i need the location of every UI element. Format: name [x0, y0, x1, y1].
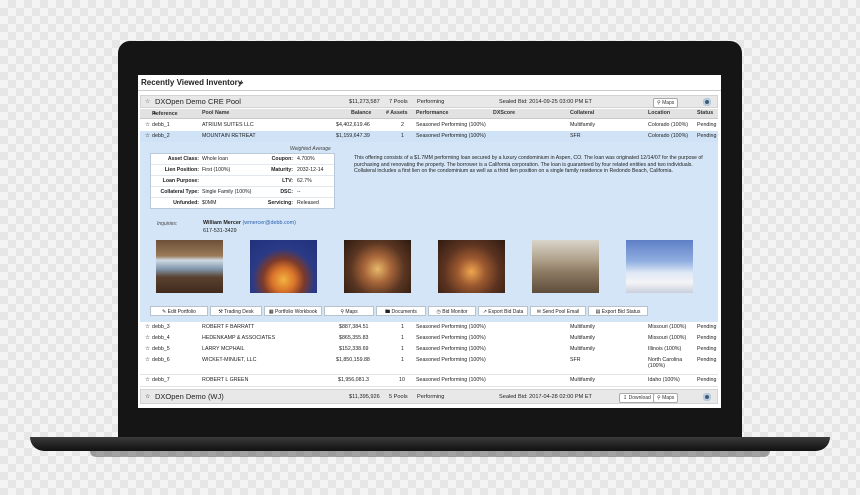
star-icon[interactable]: ☆ — [145, 133, 150, 139]
map-pin-icon: ⚲ — [657, 395, 661, 401]
contact-name: William Mercer — [203, 220, 242, 226]
field-row: Collateral Type: Single Family (100%) DS… — [151, 187, 334, 198]
col-status[interactable]: Status — [697, 110, 713, 116]
edit-icon: ✎ — [162, 309, 167, 315]
col-performance[interactable]: Performance — [416, 110, 448, 116]
field-row: Loan Purpose: LTV: 62.7% — [151, 176, 334, 187]
clock-icon: ◷ — [436, 309, 441, 315]
pool-row[interactable]: ☆ DXOpen Demo CRE Pool $11,273,587 7 Poo… — [140, 95, 718, 108]
field-row: Unfunded: $0MM Servicing: Released — [173, 200, 319, 206]
edit-portfolio-button[interactable]: ✎ Edit Portfolio — [150, 306, 208, 316]
trading-desk-button[interactable]: ⚒ Trading Desk — [210, 306, 262, 316]
app-screen: Recently Viewed Inventory ⌄ ☆ DXOpen Dem… — [138, 75, 721, 408]
star-icon[interactable]: ☆ — [145, 357, 150, 363]
inquiries-label: Inquiries: — [157, 221, 178, 227]
gavel-icon: ⚒ — [218, 309, 223, 315]
field-row: Asset Class: Whole loan Coupon: 4.700% — [151, 154, 334, 165]
property-photo[interactable] — [156, 240, 223, 293]
pool-bid: Sealed Bid: 2014-09-25 03:00 PM ET — [499, 99, 592, 105]
star-icon[interactable]: ☆ — [145, 335, 150, 341]
map-pin-icon: ⚲ — [340, 309, 345, 315]
loan-description: This offering consists of a $1.7MM perfo… — [354, 155, 703, 174]
field-row: Lien Position: First (100%) Maturity: 20… — [151, 165, 334, 176]
bid-monitor-button[interactable]: ◷ Bid Monitor — [428, 306, 476, 316]
star-icon[interactable]: ☆ — [145, 393, 150, 400]
download-icon: ↧ — [623, 395, 628, 401]
col-dxscore[interactable]: DXScore — [493, 110, 515, 116]
loan-fields-table: Asset Class: Whole loan Coupon: 4.700% L… — [150, 153, 335, 209]
chevron-down-icon[interactable]: ⌄ — [238, 77, 245, 86]
contact-email-link[interactable]: (wmercer@debb.com) — [243, 220, 296, 226]
envelope-icon: ✉ — [536, 309, 541, 315]
contact-info: William Mercer (wmercer@debb.com) — [203, 220, 296, 226]
export-bid-data-button[interactable]: ↗ Export Bid Data — [478, 306, 528, 316]
star-icon[interactable]: ☆ — [145, 122, 150, 128]
laptop-base — [30, 437, 830, 451]
pool-status: Performing — [417, 99, 445, 105]
property-photo[interactable] — [250, 240, 317, 293]
star-icon[interactable]: ☆ — [145, 324, 150, 330]
pool-balance: $11,273,587 — [349, 99, 380, 105]
property-photo[interactable] — [438, 240, 505, 293]
map-pin-icon: ⚲ — [657, 100, 661, 106]
pool-row[interactable]: ☆ DXOpen Demo (WJ) $11,395,926 5 Pools P… — [140, 389, 718, 404]
star-icon[interactable]: ☆ — [145, 98, 150, 105]
documents-button[interactable]: 🖿 Documents — [376, 306, 426, 316]
col-location[interactable]: Location — [648, 110, 670, 116]
col-collateral[interactable]: Collateral — [570, 110, 594, 116]
maps-button[interactable]: ⚲ Maps — [653, 393, 679, 403]
laptop-base-shadow — [90, 451, 770, 457]
col-balance[interactable]: Balance — [351, 110, 371, 116]
table-header: Reference ▲ Pool Name Balance # Assets P… — [140, 109, 718, 119]
property-photo[interactable] — [626, 240, 693, 293]
pool-count: 7 Pools — [389, 99, 408, 105]
status-dot-icon[interactable] — [703, 393, 711, 401]
col-assets[interactable]: # Assets — [386, 110, 408, 116]
loan-detail-panel: Weighted Average Asset Class: Whole loan… — [140, 142, 718, 322]
star-icon[interactable]: ☆ — [145, 346, 150, 352]
weighted-average-label: Weighted Average — [290, 146, 331, 152]
pool-name[interactable]: DXOpen Demo (WJ) — [155, 392, 224, 401]
table-row[interactable]: ☆ debb_7 ROBERT L GREEN $1,956,081.3 10 … — [140, 375, 718, 387]
property-photo[interactable] — [344, 240, 411, 293]
header-bar: Recently Viewed Inventory ⌄ — [138, 75, 721, 91]
maps-button[interactable]: ⚲ Maps — [324, 306, 374, 316]
portfolio-workbook-button[interactable]: ▦ Portfolio Workbook — [264, 306, 322, 316]
col-pool-name[interactable]: Pool Name — [202, 110, 229, 116]
maps-button[interactable]: ⚲ Maps — [653, 98, 679, 108]
table-row[interactable]: ☆ debb_6 WICKET-MINUET, LLC $1,850,159.8… — [140, 355, 718, 375]
export-bid-status-button[interactable]: ▤ Export Bid Status — [588, 306, 648, 316]
col-reference[interactable]: Reference ▲ — [152, 110, 178, 117]
folder-icon: 🖿 — [385, 309, 391, 315]
spreadsheet-icon: ▦ — [268, 309, 274, 315]
page-title: Recently Viewed Inventory — [141, 78, 243, 87]
document-icon: ▤ — [595, 309, 601, 315]
send-pool-email-button[interactable]: ✉ Send Pool Email — [530, 306, 586, 316]
property-photo[interactable] — [532, 240, 599, 293]
status-dot-icon[interactable] — [703, 98, 711, 106]
pool-name[interactable]: DXOpen Demo CRE Pool — [155, 97, 241, 106]
download-button[interactable]: ↧ Download — [619, 393, 655, 403]
star-icon[interactable]: ☆ — [145, 377, 150, 383]
contact-phone: 617-531-3429 — [203, 228, 237, 234]
export-icon: ↗ — [482, 309, 487, 315]
